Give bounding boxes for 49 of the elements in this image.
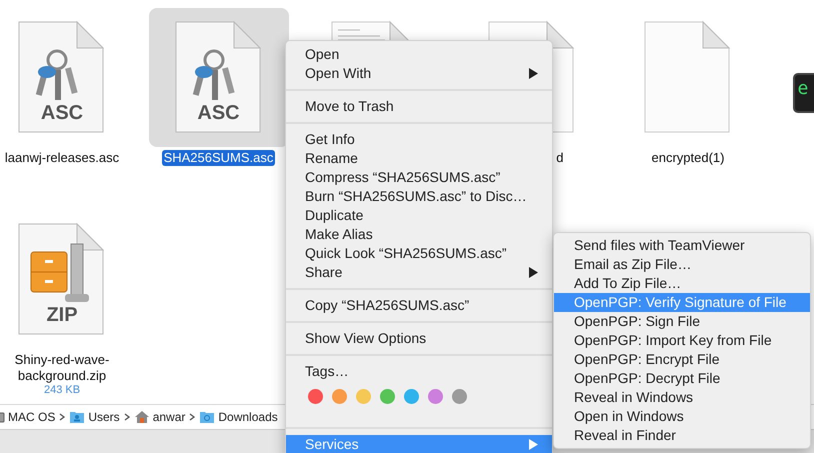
menu-item[interactable]: Get Info — [286, 130, 552, 149]
menu-item[interactable]: OpenPGP: Import Key from File — [554, 331, 810, 350]
download-folder-icon — [199, 410, 216, 424]
home-icon — [134, 410, 150, 424]
archive-document-icon[interactable] — [17, 222, 107, 338]
menu-item[interactable]: Rename — [286, 149, 552, 168]
menu-item[interactable]: Open in Windows — [554, 407, 810, 426]
menu-item[interactable]: Tags… — [286, 362, 552, 381]
menu-item[interactable]: Open With — [286, 64, 552, 83]
menu-item[interactable]: OpenPGP: Encrypt File — [554, 350, 810, 369]
file-name[interactable]: Shiny-red-wave-background.zip — [7, 352, 117, 384]
menu-item[interactable]: Show View Options — [286, 329, 552, 348]
menu-item[interactable]: Copy “SHA256SUMS.asc” — [286, 296, 552, 315]
icon-label: ASC — [40, 100, 84, 126]
icon-label: ASC — [196, 100, 241, 126]
terminal-icon[interactable]: e — [792, 72, 814, 112]
menu-item[interactable]: Quick Look “SHA256SUMS.asc” — [286, 244, 552, 263]
chevron-icon — [59, 413, 66, 421]
file-size: 243 KB — [44, 384, 80, 397]
file-name[interactable]: laanwj-releases.asc — [2, 150, 122, 166]
menu-item[interactable]: OpenPGP: Decrypt File — [554, 369, 810, 388]
menu-item[interactable]: Reveal in Windows — [554, 388, 810, 407]
menu-item[interactable]: Reveal in Finder — [554, 426, 810, 445]
menu-item[interactable]: OpenPGP: Sign File — [554, 312, 810, 331]
keychain-document-icon[interactable] — [174, 20, 264, 136]
menu-item[interactable]: Burn “SHA256SUMS.asc” to Disc… — [286, 187, 552, 206]
icon-label: ZIP — [45, 302, 79, 328]
file-name[interactable]: d — [554, 150, 566, 166]
file-name[interactable]: SHA256SUMS.asc — [162, 150, 276, 166]
menu-item[interactable]: Share — [286, 263, 552, 282]
path-item[interactable]: anwar — [152, 411, 186, 423]
menu-item[interactable]: Move to Trash — [286, 97, 552, 116]
blank-document-icon[interactable] — [643, 20, 733, 136]
chevron-icon — [189, 413, 196, 421]
menu-item[interactable]: Make Alias — [286, 225, 552, 244]
keychain-document-icon[interactable] — [17, 20, 107, 136]
menu-item[interactable]: Send files with TeamViewer — [554, 236, 810, 255]
path-item[interactable]: Users — [88, 411, 120, 423]
menu-item[interactable]: Duplicate — [286, 206, 552, 225]
menu-item[interactable]: Compress “SHA256SUMS.asc” — [286, 168, 552, 187]
menu-item[interactable]: Add To Zip File… — [554, 274, 810, 293]
file-name[interactable]: encrypted(1) — [650, 150, 726, 166]
menu-item[interactable]: Open — [286, 45, 552, 64]
menu-item[interactable]: Email as Zip File… — [554, 255, 810, 274]
path-item[interactable]: Downloads — [218, 411, 278, 423]
user-folder-icon — [69, 410, 86, 424]
icon-label: e — [798, 78, 808, 98]
path-item[interactable]: MAC OS — [8, 411, 56, 423]
chevron-icon — [124, 413, 130, 421]
